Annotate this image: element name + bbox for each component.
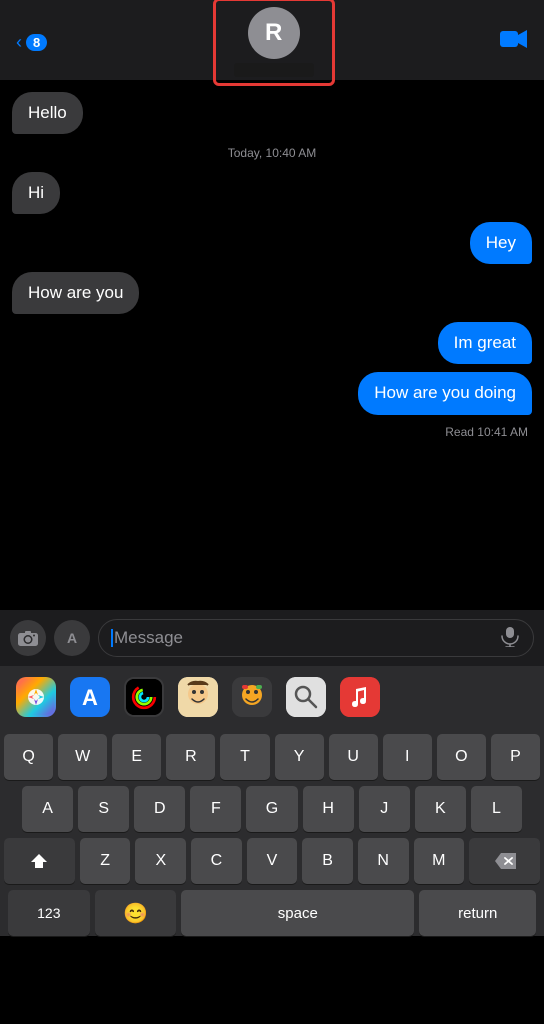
message-row: How are you doing bbox=[12, 372, 532, 414]
keyboard: QWERTYUIOP ASDFGHJKL ZXCVBNM 123😊spacere… bbox=[0, 728, 544, 936]
key-p[interactable]: P bbox=[491, 734, 540, 780]
keyboard-row-1: QWERTYUIOP bbox=[4, 734, 540, 780]
chevron-left-icon: ‹ bbox=[16, 32, 22, 53]
key-q[interactable]: Q bbox=[4, 734, 53, 780]
message-row: Hey bbox=[12, 222, 532, 264]
key-a[interactable]: A bbox=[22, 786, 73, 832]
received-bubble: Hi bbox=[12, 172, 60, 214]
keyboard-row-4: 123😊spacereturn bbox=[4, 890, 540, 936]
contact-header[interactable]: R bbox=[213, 0, 335, 86]
sent-bubble: Hey bbox=[470, 222, 532, 264]
text-cursor bbox=[111, 629, 113, 647]
key-j[interactable]: J bbox=[359, 786, 410, 832]
key-g[interactable]: G bbox=[246, 786, 297, 832]
avatar: R bbox=[248, 7, 300, 59]
memoji-app-icon[interactable] bbox=[178, 677, 218, 717]
key-k[interactable]: K bbox=[415, 786, 466, 832]
music-app-icon[interactable] bbox=[340, 677, 380, 717]
key-b[interactable]: B bbox=[302, 838, 353, 884]
key-r[interactable]: R bbox=[166, 734, 215, 780]
audio-icon bbox=[499, 625, 521, 652]
key-u[interactable]: U bbox=[329, 734, 378, 780]
apps-button[interactable]: A bbox=[54, 620, 90, 656]
message-row: Hello bbox=[12, 92, 532, 134]
key-v[interactable]: V bbox=[247, 838, 298, 884]
message-row: Im great bbox=[12, 322, 532, 364]
contact-name-bar bbox=[234, 63, 314, 77]
space-key[interactable]: space bbox=[181, 890, 414, 936]
key-d[interactable]: D bbox=[134, 786, 185, 832]
key-h[interactable]: H bbox=[303, 786, 354, 832]
key-t[interactable]: T bbox=[220, 734, 269, 780]
keyboard-row-2: ASDFGHJKL bbox=[4, 786, 540, 832]
header: ‹ 8 R bbox=[0, 0, 544, 80]
activity-app-icon[interactable] bbox=[124, 677, 164, 717]
sent-bubble: Im great bbox=[438, 322, 532, 364]
camera-button[interactable] bbox=[10, 620, 46, 656]
key-w[interactable]: W bbox=[58, 734, 107, 780]
message-row: Hi bbox=[12, 172, 532, 214]
timestamp: Today, 10:40 AM bbox=[12, 146, 532, 160]
numbers-key[interactable]: 123 bbox=[8, 890, 90, 936]
read-receipt: Read 10:41 AM bbox=[12, 425, 532, 439]
svg-text:A: A bbox=[82, 685, 98, 710]
photos-app-icon[interactable] bbox=[16, 677, 56, 717]
key-s[interactable]: S bbox=[78, 786, 129, 832]
received-bubble: How are you bbox=[12, 272, 139, 314]
key-x[interactable]: X bbox=[135, 838, 186, 884]
key-y[interactable]: Y bbox=[275, 734, 324, 780]
keyboard-row-3: ZXCVBNM bbox=[4, 838, 540, 884]
messages-area: Hello Today, 10:40 AM Hi Hey How are you… bbox=[0, 80, 544, 610]
key-z[interactable]: Z bbox=[80, 838, 131, 884]
key-c[interactable]: C bbox=[191, 838, 242, 884]
received-bubble: Hello bbox=[12, 92, 83, 134]
return-key[interactable]: return bbox=[419, 890, 536, 936]
delete-key[interactable] bbox=[469, 838, 540, 884]
stickers-app-icon[interactable] bbox=[232, 677, 272, 717]
key-f[interactable]: F bbox=[190, 786, 241, 832]
message-row: How are you bbox=[12, 272, 532, 314]
search-app-icon[interactable] bbox=[286, 677, 326, 717]
appstore-app-icon[interactable]: A bbox=[70, 677, 110, 717]
video-call-button[interactable] bbox=[500, 28, 528, 56]
key-i[interactable]: I bbox=[383, 734, 432, 780]
key-l[interactable]: L bbox=[471, 786, 522, 832]
shift-key[interactable] bbox=[4, 838, 75, 884]
input-bar: A bbox=[0, 610, 544, 666]
key-e[interactable]: E bbox=[112, 734, 161, 780]
key-n[interactable]: N bbox=[358, 838, 409, 884]
app-row: A bbox=[0, 666, 544, 728]
message-input[interactable] bbox=[114, 628, 499, 648]
emoji-key[interactable]: 😊 bbox=[95, 890, 177, 936]
key-o[interactable]: O bbox=[437, 734, 486, 780]
message-input-wrap[interactable] bbox=[98, 619, 534, 657]
key-m[interactable]: M bbox=[414, 838, 465, 884]
sent-bubble: How are you doing bbox=[358, 372, 532, 414]
back-badge: 8 bbox=[26, 34, 47, 51]
back-button[interactable]: ‹ 8 bbox=[16, 32, 47, 53]
